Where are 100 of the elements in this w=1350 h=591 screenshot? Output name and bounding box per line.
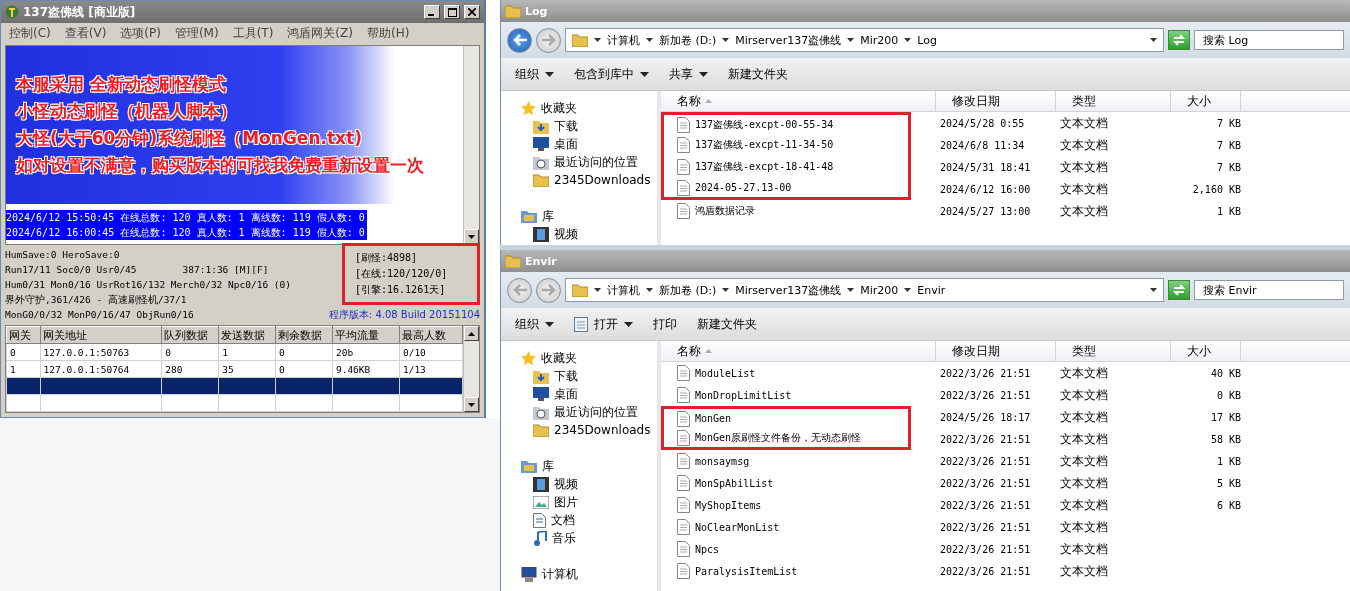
picture-icon bbox=[533, 495, 549, 509]
breadcrumb-item[interactable]: Envir bbox=[917, 283, 946, 297]
file-name-cell[interactable]: NoClearMonList bbox=[661, 516, 911, 538]
nav-item[interactable]: 下载 bbox=[501, 117, 657, 135]
breadcrumb-item[interactable]: 计算机 bbox=[607, 282, 640, 298]
column-header[interactable]: 类型 bbox=[1056, 341, 1171, 361]
clock-folder-icon bbox=[533, 404, 549, 420]
file-name-cell[interactable]: MonSpAbilList bbox=[661, 472, 911, 494]
nav-item[interactable]: 最近访问的位置 bbox=[501, 153, 657, 171]
column-header[interactable]: 最高人数 bbox=[399, 326, 463, 344]
computer-icon bbox=[521, 566, 537, 582]
column-header[interactable]: 队列数据 bbox=[161, 326, 219, 344]
toolbar-button[interactable]: 组织 bbox=[515, 65, 554, 83]
file-name-cell[interactable]: 137盗佛线-excpt-18-41-48 bbox=[661, 156, 911, 178]
refresh-button[interactable] bbox=[1168, 30, 1190, 50]
scroll-up-button[interactable] bbox=[464, 326, 479, 341]
column-header[interactable]: 网关地址 bbox=[40, 326, 162, 344]
file-name-cell[interactable]: MonDropLimitList bbox=[661, 384, 911, 406]
column-header[interactable]: 平均流量 bbox=[332, 326, 400, 344]
breadcrumb-item[interactable]: Mir200 bbox=[860, 33, 899, 47]
column-header[interactable]: 大小 bbox=[1171, 341, 1241, 361]
text-file-icon bbox=[677, 453, 690, 469]
column-header[interactable]: 修改日期 bbox=[936, 341, 1056, 361]
column-header[interactable]: 类型 bbox=[1056, 91, 1171, 111]
menu-item[interactable]: 管理(M) bbox=[174, 24, 219, 42]
file-name-cell[interactable]: MonGen bbox=[661, 406, 911, 428]
film-icon bbox=[533, 226, 549, 242]
toolbar-button[interactable]: 打开 bbox=[574, 315, 633, 333]
scrollbar[interactable] bbox=[463, 326, 479, 412]
nav-item[interactable]: 视频 bbox=[501, 225, 657, 243]
file-name-cell[interactable]: 2024-05-27.13-00 bbox=[661, 178, 911, 200]
column-header[interactable]: 修改日期 bbox=[936, 91, 1056, 111]
minimize-button[interactable] bbox=[424, 5, 440, 19]
menu-item[interactable]: 工具(T) bbox=[232, 24, 274, 42]
menu-item[interactable]: 帮助(H) bbox=[366, 24, 410, 42]
caret-icon bbox=[545, 71, 554, 77]
scroll-down-button[interactable] bbox=[464, 397, 479, 412]
type-cell-text: 文本文档 bbox=[1059, 430, 1108, 448]
nav-item[interactable]: 文档 bbox=[501, 511, 657, 529]
nav-item[interactable]: 计算机 bbox=[501, 565, 657, 583]
file-name-cell[interactable]: 137盗佛线-excpt-00-55-34 bbox=[661, 112, 911, 134]
file-name-cell[interactable]: MyShopItems bbox=[661, 494, 911, 516]
back-button[interactable] bbox=[507, 27, 532, 53]
column-header[interactable]: 发送数据 bbox=[218, 326, 276, 344]
nav-item[interactable]: 视频 bbox=[501, 475, 657, 493]
nav-item[interactable]: 图片 bbox=[501, 493, 657, 511]
breadcrumb-item[interactable]: 新加卷 (D:) bbox=[659, 32, 717, 48]
file-name-cell[interactable]: ParalysisItemList bbox=[661, 560, 911, 582]
breadcrumb-item[interactable]: Mir200 bbox=[860, 283, 899, 297]
toolbar-button[interactable]: 包含到库中 bbox=[574, 65, 649, 83]
toolbar-button[interactable]: 组织 bbox=[515, 315, 554, 333]
breadcrumb-item[interactable]: Mirserver137盗佛线 bbox=[735, 32, 842, 48]
address-field[interactable]: 计算机 新加卷 (D:) Mirserver137盗佛线 Mir200 Envir bbox=[565, 278, 1164, 302]
file-name-cell[interactable]: monsaymsg bbox=[661, 450, 911, 472]
file-name-cell[interactable]: ModuleList bbox=[661, 362, 911, 384]
toolbar-button[interactable]: 打印 bbox=[653, 315, 677, 333]
nav-item[interactable]: 收藏夹 bbox=[501, 349, 657, 367]
banner-text: 本服采用 全新动态刷怪模式 bbox=[16, 73, 226, 96]
nav-item[interactable]: 库 bbox=[501, 207, 657, 225]
nav-item[interactable]: 最近访问的位置 bbox=[501, 403, 657, 421]
nav-item[interactable]: 收藏夹 bbox=[501, 99, 657, 117]
breadcrumb-item[interactable]: 新加卷 (D:) bbox=[659, 282, 717, 298]
type-cell-text: 文本文档 bbox=[1059, 408, 1108, 426]
date-cell-text: 2024/5/28 0:55 bbox=[939, 117, 1025, 129]
file-name-cell[interactable]: MonGen原刷怪文件备份，无动态刷怪 bbox=[661, 428, 911, 450]
file-name-cell[interactable]: Npcs bbox=[661, 538, 911, 560]
column-header[interactable]: 名称 bbox=[661, 91, 936, 111]
nav-item[interactable]: 音乐 bbox=[501, 529, 657, 547]
file-name-cell[interactable]: 137盗佛线-excpt-11-34-50 bbox=[661, 134, 911, 156]
nav-item[interactable]: 桌面 bbox=[501, 385, 657, 403]
file-name-cell[interactable]: 鸿盾数据记录 bbox=[661, 200, 911, 222]
monitor-icon bbox=[533, 387, 549, 401]
nav-item[interactable]: 库 bbox=[501, 457, 657, 475]
toolbar-button[interactable]: 共享 bbox=[669, 65, 708, 83]
maximize-button[interactable] bbox=[444, 5, 460, 19]
column-header[interactable]: 名称 bbox=[661, 341, 936, 361]
nav-item[interactable]: 2345Downloads bbox=[501, 171, 657, 189]
address-field[interactable]: 计算机 新加卷 (D:) Mirserver137盗佛线 Mir200 Log bbox=[565, 28, 1164, 52]
nav-item[interactable]: 下载 bbox=[501, 367, 657, 385]
search-field[interactable]: 搜索 Log bbox=[1194, 30, 1344, 50]
column-header[interactable]: 大小 bbox=[1171, 91, 1241, 111]
search-field[interactable]: 搜索 Envir bbox=[1194, 280, 1344, 300]
toolbar-button[interactable]: 新建文件夹 bbox=[697, 315, 757, 333]
window-title: Log bbox=[525, 4, 548, 18]
refresh-button[interactable] bbox=[1168, 280, 1190, 300]
column-header[interactable]: 网关 bbox=[6, 326, 40, 344]
menu-item[interactable]: 选项(P) bbox=[120, 24, 161, 42]
nav-item[interactable]: 2345Downloads bbox=[501, 421, 657, 439]
menu-item[interactable]: 控制(C) bbox=[9, 24, 51, 42]
menu-item[interactable]: 鸿盾网关(Z) bbox=[287, 24, 353, 42]
date-cell-text: 2022/3/26 21:51 bbox=[939, 543, 1031, 555]
breadcrumb-item[interactable]: Mirserver137盗佛线 bbox=[735, 282, 842, 298]
scrollbar[interactable] bbox=[463, 46, 479, 244]
breadcrumb-item[interactable]: Log bbox=[917, 33, 937, 47]
column-header[interactable]: 剩余数据 bbox=[275, 326, 333, 344]
close-button[interactable] bbox=[464, 5, 480, 19]
toolbar-button[interactable]: 新建文件夹 bbox=[728, 65, 788, 83]
menu-item[interactable]: 查看(V) bbox=[64, 24, 107, 42]
breadcrumb-item[interactable]: 计算机 bbox=[607, 32, 640, 48]
nav-item[interactable]: 桌面 bbox=[501, 135, 657, 153]
